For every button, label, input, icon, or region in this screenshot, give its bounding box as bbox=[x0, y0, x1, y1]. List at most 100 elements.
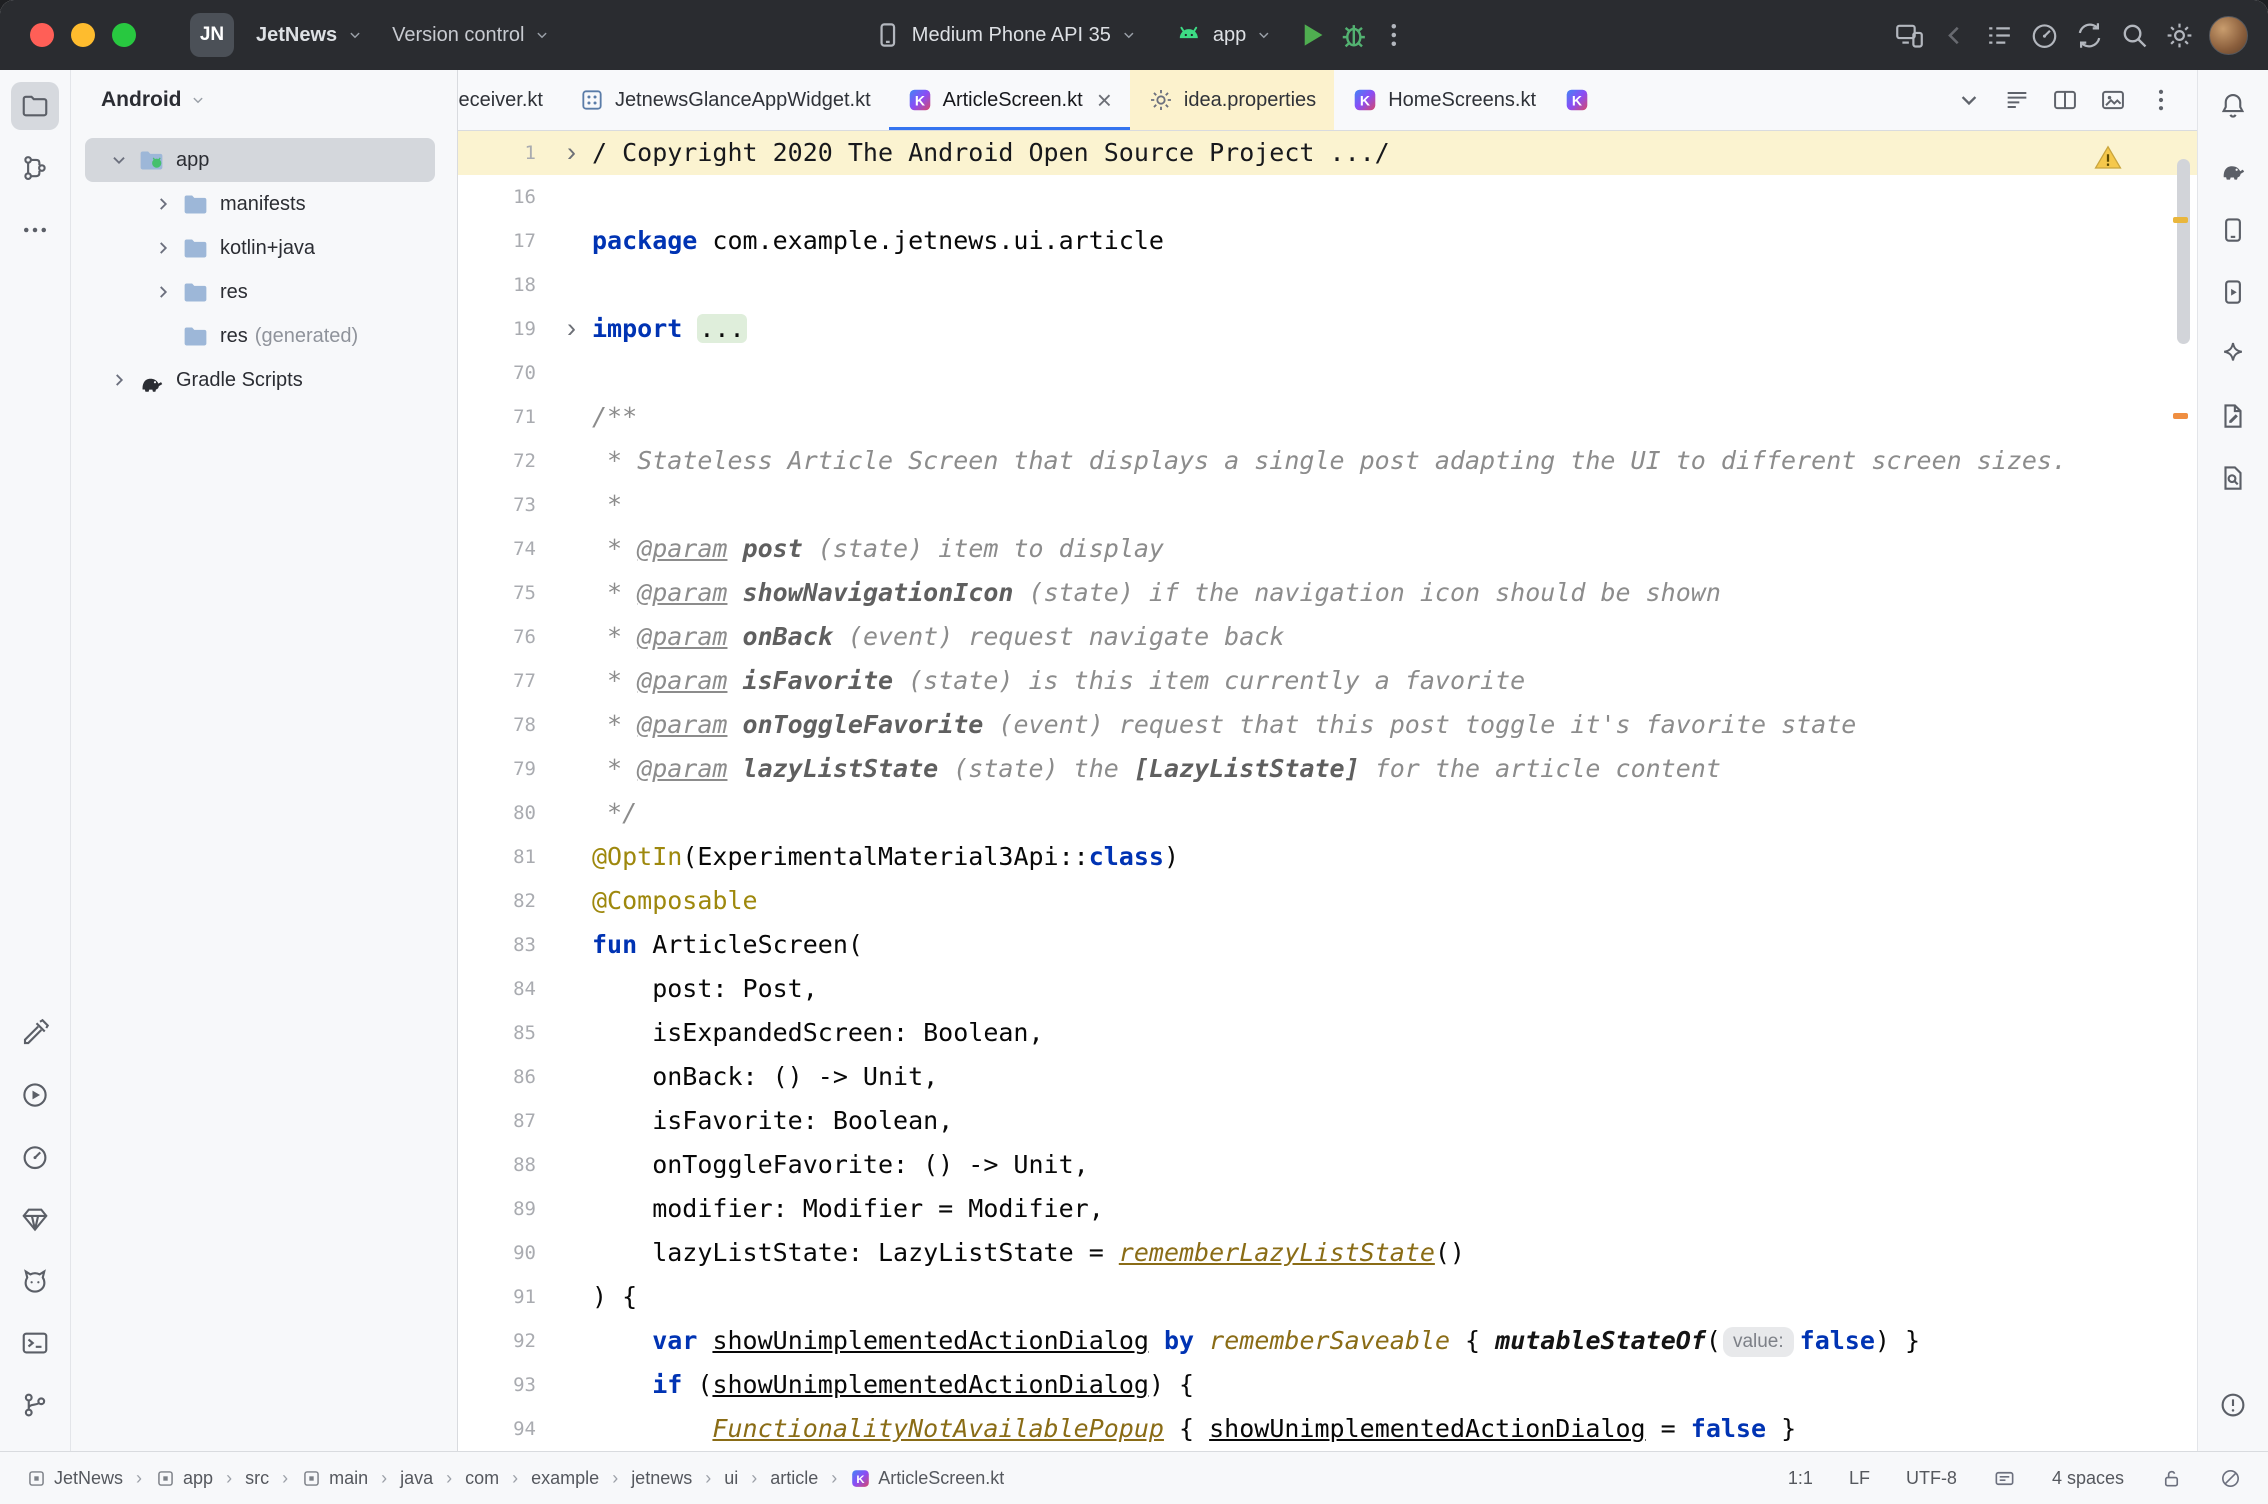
line-number[interactable]: 75 bbox=[458, 571, 592, 615]
line-list-icon[interactable] bbox=[2003, 86, 2031, 114]
tab-clipped[interactable]: K bbox=[1554, 70, 1594, 130]
chevron-down-icon[interactable] bbox=[105, 149, 133, 171]
inspection-warning-icon[interactable] bbox=[2093, 143, 2123, 173]
caret-position[interactable]: 1:1 bbox=[1788, 1468, 1813, 1489]
back-button[interactable] bbox=[1939, 20, 1970, 51]
zoom-window-button[interactable] bbox=[112, 23, 136, 47]
chevron-right-icon[interactable] bbox=[105, 369, 133, 391]
tab-ArticleScreen.kt[interactable]: KArticleScreen.kt× bbox=[889, 70, 1130, 130]
find-button[interactable] bbox=[2209, 454, 2257, 502]
line-number[interactable]: 90 bbox=[458, 1231, 592, 1275]
breadcrumb-com[interactable]: com bbox=[465, 1468, 499, 1489]
code-editor[interactable]: 1›/ Copyright 2020 The Android Open Sour… bbox=[458, 131, 2197, 1451]
avatar[interactable] bbox=[2209, 16, 2248, 55]
problems-button[interactable] bbox=[2209, 1381, 2257, 1429]
breadcrumb-JetNews[interactable]: JetNews bbox=[26, 1468, 123, 1489]
notifications-button[interactable] bbox=[2209, 82, 2257, 130]
line-number[interactable]: 79 bbox=[458, 747, 592, 791]
window-controls[interactable] bbox=[30, 23, 136, 47]
monitor-phone-button[interactable] bbox=[1894, 20, 1925, 51]
more-v-icon[interactable] bbox=[2147, 86, 2175, 114]
inspections-widget[interactable] bbox=[2219, 1467, 2242, 1490]
run-button[interactable] bbox=[1295, 18, 1329, 52]
app-quality-insights-tool-button[interactable] bbox=[11, 1195, 59, 1243]
file-lock[interactable] bbox=[2160, 1467, 2183, 1490]
close-window-button[interactable] bbox=[30, 23, 54, 47]
search-button[interactable] bbox=[2119, 20, 2150, 51]
chevron-right-icon[interactable] bbox=[149, 193, 177, 215]
device-selector[interactable]: Medium Phone API 35 bbox=[859, 11, 1152, 59]
chevron-right-icon[interactable] bbox=[149, 281, 177, 303]
line-number[interactable]: 76 bbox=[458, 615, 592, 659]
editor-scrollbar[interactable] bbox=[2177, 159, 2190, 344]
tab-Receiver.kt[interactable]: Receiver.kt bbox=[458, 70, 561, 130]
breadcrumb-jetnews[interactable]: jetnews bbox=[631, 1468, 692, 1489]
minimize-window-button[interactable] bbox=[71, 23, 95, 47]
tree-item-Gradle Scripts[interactable]: Gradle Scripts bbox=[85, 358, 435, 402]
line-number[interactable]: 19› bbox=[458, 307, 592, 351]
line-number[interactable]: 86 bbox=[458, 1055, 592, 1099]
tree-item-res[interactable]: res(generated) bbox=[85, 314, 435, 358]
line-number[interactable]: 94 bbox=[458, 1407, 592, 1451]
fold-marker-icon[interactable]: › bbox=[567, 306, 576, 350]
vcs-widget[interactable]: Version control bbox=[378, 11, 565, 59]
gradle-button[interactable] bbox=[2209, 144, 2257, 192]
line-number[interactable]: 72 bbox=[458, 439, 592, 483]
sync-button[interactable] bbox=[2074, 20, 2105, 51]
breadcrumb-src[interactable]: src bbox=[245, 1468, 269, 1489]
run-configuration-selector[interactable]: app bbox=[1160, 11, 1287, 59]
breadcrumb-article[interactable]: article bbox=[770, 1468, 818, 1489]
line-number[interactable]: 89 bbox=[458, 1187, 592, 1231]
warning-stripe-mark[interactable] bbox=[2173, 217, 2188, 223]
task-list-button[interactable] bbox=[1984, 20, 2015, 51]
tab-JetnewsGlanceAppWidget.kt[interactable]: JetnewsGlanceAppWidget.kt bbox=[561, 70, 889, 130]
tab-idea.properties[interactable]: idea.properties bbox=[1130, 70, 1334, 130]
line-number[interactable]: 70 bbox=[458, 351, 592, 395]
gauge-button[interactable] bbox=[2029, 20, 2060, 51]
line-number[interactable]: 88 bbox=[458, 1143, 592, 1187]
line-number[interactable]: 84 bbox=[458, 967, 592, 1011]
project-widget[interactable]: JetNews bbox=[242, 11, 378, 59]
breadcrumb-ArticleScreen.kt[interactable]: KArticleScreen.kt bbox=[850, 1468, 1004, 1489]
line-number[interactable]: 85 bbox=[458, 1011, 592, 1055]
breadcrumb-java[interactable]: java bbox=[400, 1468, 433, 1489]
profiler-tool-button[interactable] bbox=[11, 1133, 59, 1181]
preview-image-icon[interactable] bbox=[2099, 86, 2127, 114]
edit-run-configs-button[interactable] bbox=[2209, 392, 2257, 440]
line-number[interactable]: 77 bbox=[458, 659, 592, 703]
tab-HomeScreens.kt[interactable]: KHomeScreens.kt bbox=[1334, 70, 1554, 130]
line-number[interactable]: 87 bbox=[458, 1099, 592, 1143]
terminal-tool-button[interactable] bbox=[11, 1319, 59, 1367]
line-number[interactable]: 82 bbox=[458, 879, 592, 923]
tree-item-kotlin+java[interactable]: kotlin+java bbox=[85, 226, 435, 270]
gear-button[interactable] bbox=[2164, 20, 2195, 51]
more-actions-button[interactable] bbox=[1379, 20, 1409, 50]
breadcrumb-app[interactable]: app bbox=[155, 1468, 213, 1489]
logcat-tool-button[interactable] bbox=[11, 1257, 59, 1305]
line-number[interactable]: 83 bbox=[458, 923, 592, 967]
line-number[interactable]: 74 bbox=[458, 527, 592, 571]
line-number[interactable]: 93 bbox=[458, 1363, 592, 1407]
fold-marker-icon[interactable]: › bbox=[567, 131, 576, 174]
tree-item-res[interactable]: res bbox=[85, 270, 435, 314]
line-number[interactable]: 71 bbox=[458, 395, 592, 439]
tree-item-manifests[interactable]: manifests bbox=[85, 182, 435, 226]
line-number[interactable]: 17 bbox=[458, 219, 592, 263]
line-number[interactable]: 81 bbox=[458, 835, 592, 879]
tree-item-app[interactable]: app bbox=[85, 138, 435, 182]
running-devices-button[interactable] bbox=[2209, 268, 2257, 316]
warning-stripe-mark[interactable] bbox=[2173, 413, 2188, 419]
more-tool-windows-button[interactable] bbox=[11, 206, 59, 254]
line-number[interactable]: 73 bbox=[458, 483, 592, 527]
project-tool-button[interactable] bbox=[11, 82, 59, 130]
line-number[interactable]: 91 bbox=[458, 1275, 592, 1319]
line-number[interactable]: 78 bbox=[458, 703, 592, 747]
breadcrumb-ui[interactable]: ui bbox=[724, 1468, 738, 1489]
version-control-tool-button[interactable] bbox=[11, 1381, 59, 1429]
breadcrumb-example[interactable]: example bbox=[531, 1468, 599, 1489]
line-number[interactable]: 18 bbox=[458, 263, 592, 307]
breadcrumb-main[interactable]: main bbox=[301, 1468, 368, 1489]
line-separator[interactable]: LF bbox=[1849, 1468, 1870, 1489]
line-number[interactable]: 16 bbox=[458, 175, 592, 219]
run-tool-button[interactable] bbox=[11, 1071, 59, 1119]
